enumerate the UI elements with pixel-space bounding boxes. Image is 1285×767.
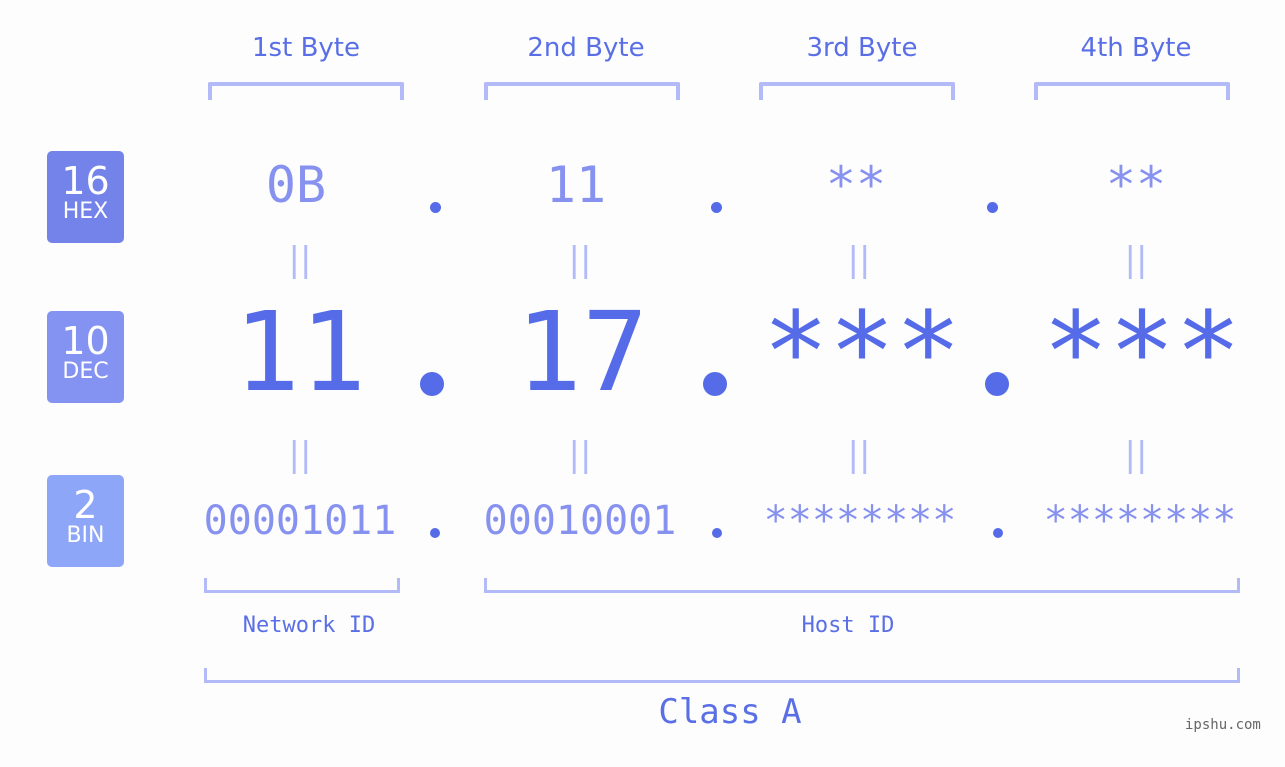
bin-badge-base: 2 <box>73 483 98 527</box>
header-byte-3: 3rd Byte <box>806 33 918 63</box>
hex-dot-3 <box>987 202 998 213</box>
hex-dot-2 <box>711 202 722 213</box>
equals-sign: || <box>847 240 871 280</box>
bin-dot-2 <box>712 528 722 538</box>
hex-badge: 16 HEX <box>47 151 124 243</box>
byte-3-bracket <box>759 82 955 100</box>
class-bracket <box>204 668 1240 683</box>
bin-byte-1: 00001011 <box>203 498 397 544</box>
hex-badge-label: HEX <box>62 199 109 224</box>
equals-sign: || <box>847 435 871 475</box>
byte-4-bracket <box>1034 82 1230 100</box>
byte-2-bracket <box>484 82 680 100</box>
watermark: ipshu.com <box>1185 717 1261 733</box>
byte-1-bracket <box>208 82 404 100</box>
bin-byte-2: 00010001 <box>483 498 677 544</box>
dec-byte-1: 11 <box>233 288 367 416</box>
bin-badge: 2 BIN <box>47 475 124 567</box>
network-id-label: Network ID <box>242 613 376 638</box>
dec-dot-3 <box>985 372 1009 396</box>
hex-byte-3: ** <box>825 156 887 214</box>
bin-dot-3 <box>993 528 1003 538</box>
hex-byte-1: 0B <box>265 156 327 214</box>
dec-dot-2 <box>703 372 727 396</box>
bin-dot-1 <box>430 528 440 538</box>
host-id-label: Host ID <box>801 613 895 638</box>
hex-badge-base: 16 <box>61 159 110 203</box>
hex-byte-2: 11 <box>545 156 607 214</box>
dec-badge-label: DEC <box>62 359 109 384</box>
network-id-bracket <box>204 578 400 593</box>
class-label: Class A <box>658 692 802 732</box>
equals-sign: || <box>288 240 312 280</box>
dec-byte-3: *** <box>762 288 962 416</box>
host-id-bracket <box>484 578 1240 593</box>
bin-byte-3: ******** <box>763 498 957 544</box>
bin-badge-label: BIN <box>66 523 105 548</box>
dec-badge-base: 10 <box>61 319 110 363</box>
dec-byte-4: *** <box>1042 288 1242 416</box>
dec-badge: 10 DEC <box>47 311 124 403</box>
equals-sign: || <box>568 435 592 475</box>
hex-dot-1 <box>430 202 441 213</box>
equals-sign: || <box>1124 435 1148 475</box>
header-byte-1: 1st Byte <box>252 33 360 63</box>
hex-byte-4: ** <box>1105 156 1167 214</box>
equals-sign: || <box>568 240 592 280</box>
dec-byte-2: 17 <box>515 288 649 416</box>
equals-sign: || <box>1124 240 1148 280</box>
header-byte-2: 2nd Byte <box>527 33 645 63</box>
header-byte-4: 4th Byte <box>1080 33 1192 63</box>
dec-dot-1 <box>420 372 444 396</box>
equals-sign: || <box>288 435 312 475</box>
bin-byte-4: ******** <box>1043 498 1237 544</box>
